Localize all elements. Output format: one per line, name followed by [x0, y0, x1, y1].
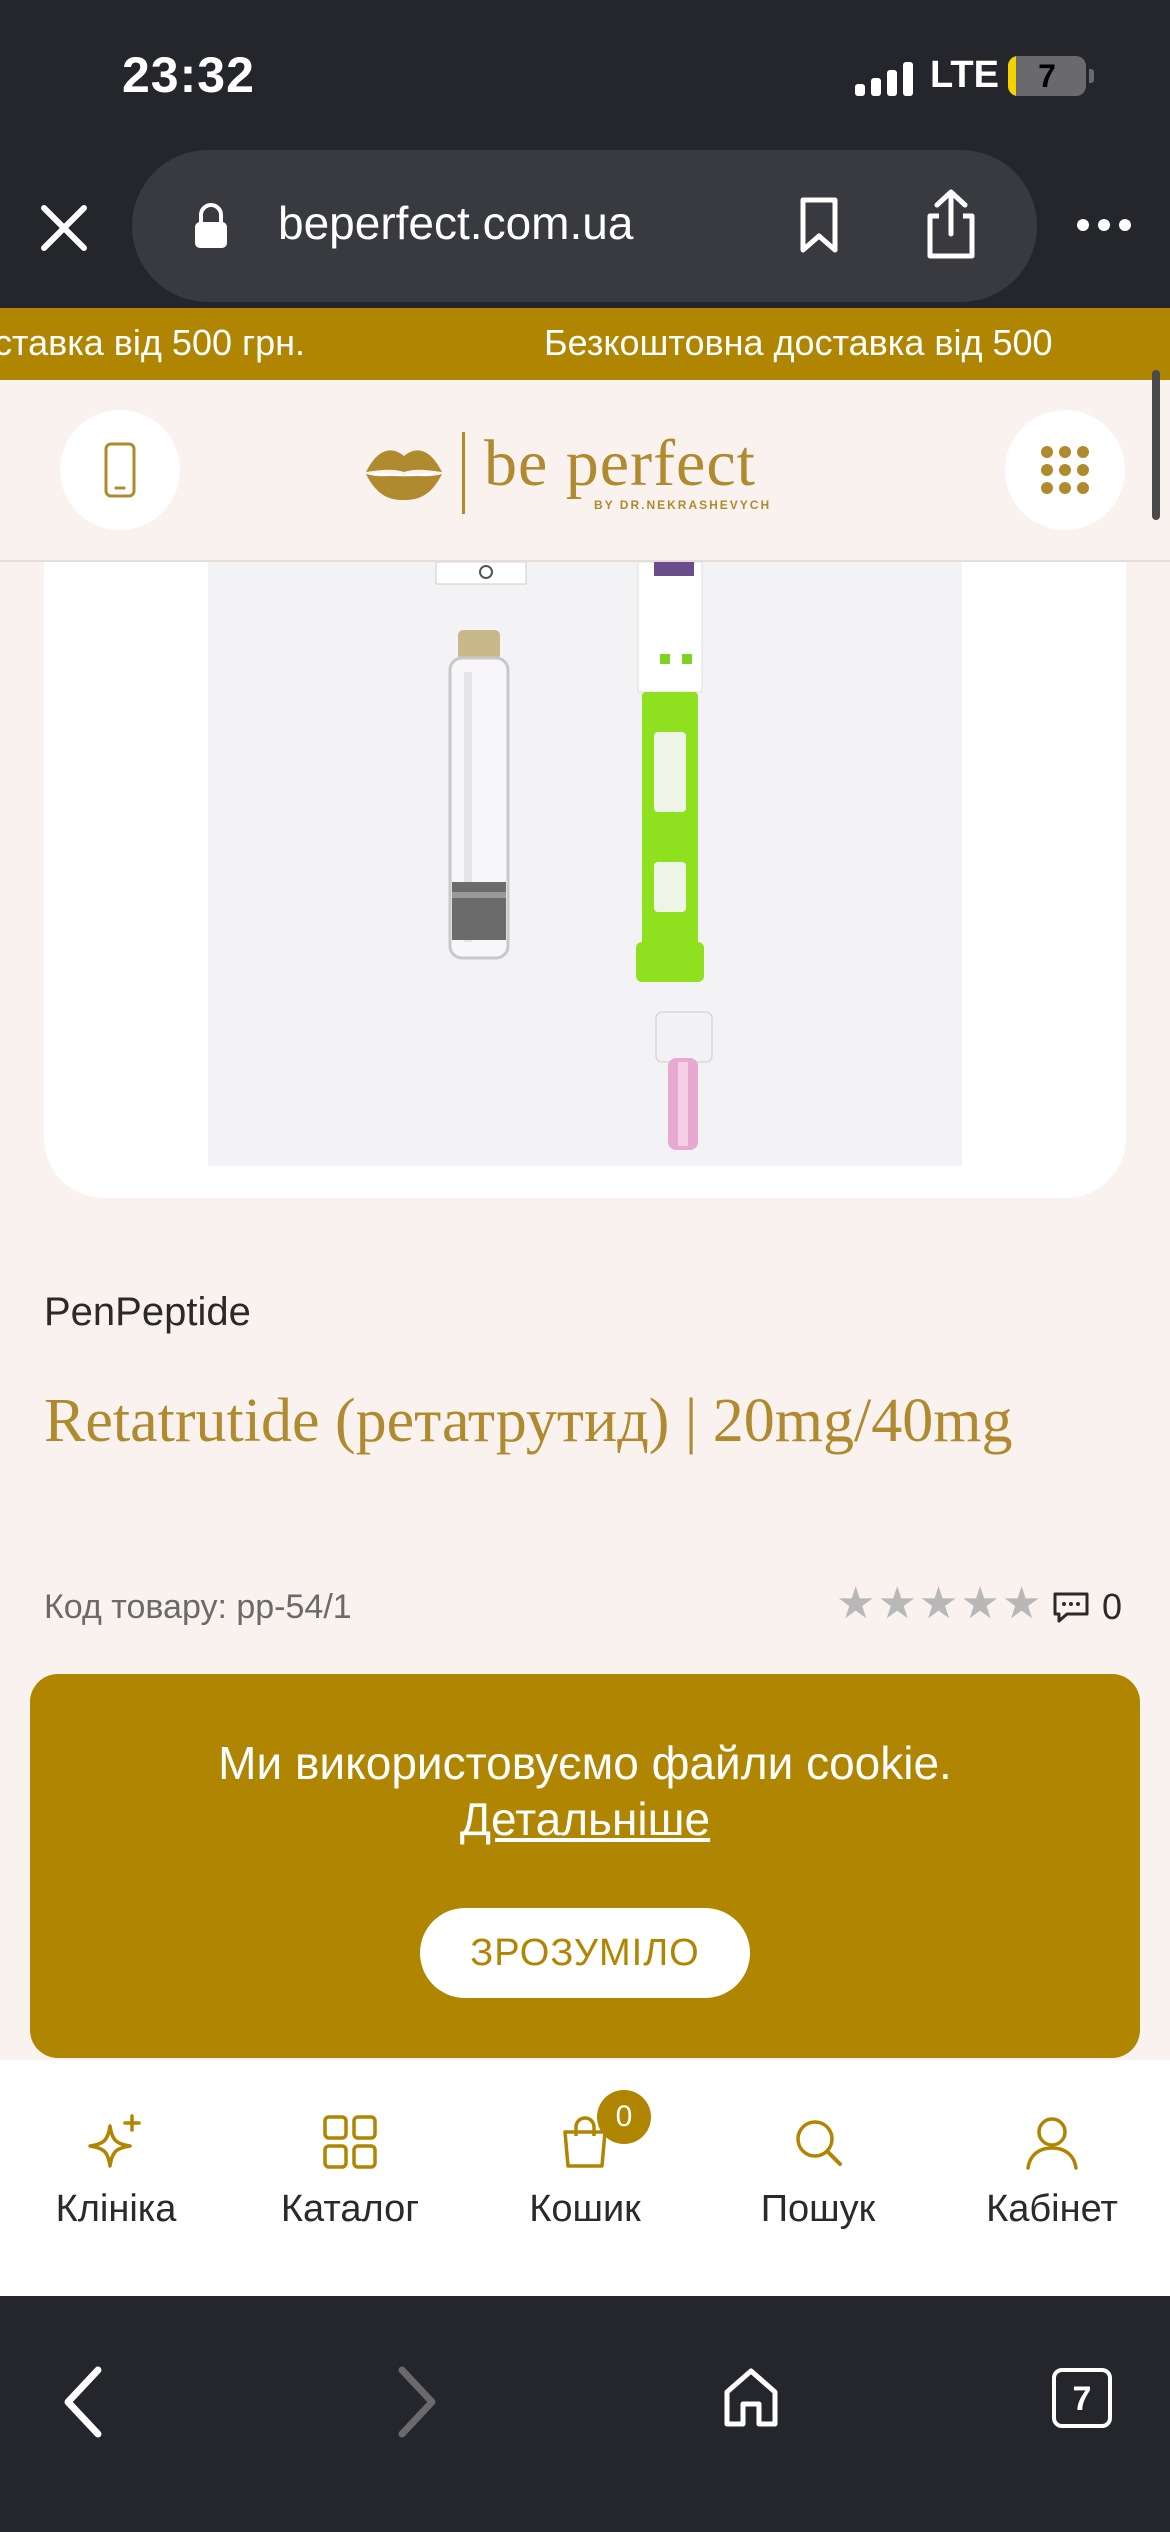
promo-text: ставка від 500 грн. — [0, 322, 306, 363]
close-icon[interactable] — [32, 196, 96, 260]
signal-icon — [855, 60, 913, 96]
share-icon[interactable] — [922, 188, 980, 260]
grid-menu-icon — [1041, 446, 1089, 494]
cookie-accept-button[interactable]: ЗРОЗУМІЛО — [420, 1908, 750, 1998]
product-sku: Код товару: pp-54/1 — [44, 1588, 352, 1626]
logo-text: be perfect — [484, 427, 756, 500]
product-title: Retatrutide (ретатрутид) | 20mg/40mg — [44, 1387, 1013, 1455]
promo-text: Безкоштовна доставка від 500 — [544, 322, 1053, 363]
cookie-banner: Ми використовуємо файли cookie. Детальні… — [30, 1674, 1140, 2058]
nav-account[interactable]: Кабінет — [952, 2112, 1152, 2231]
battery-level: 7 — [1038, 58, 1056, 94]
cookie-details-link[interactable]: Детальніше — [30, 1792, 1140, 1846]
phone-icon — [104, 442, 136, 498]
more-icon[interactable] — [1075, 210, 1133, 240]
status-time: 23:32 — [122, 47, 255, 103]
phone-button[interactable] — [60, 410, 180, 530]
grid-icon — [323, 2115, 377, 2169]
star-icon: ★ — [918, 1579, 959, 1628]
star-icon: ★ — [836, 1579, 876, 1628]
promo-banner: ставка від 500 грн. Безкоштовна доставка… — [0, 308, 1170, 380]
back-icon[interactable] — [58, 2364, 108, 2440]
bottom-navigation: Клініка Каталог 0 Кошик Пошук Кабінет — [0, 2060, 1170, 2296]
nav-label: Клініка — [55, 2188, 177, 2230]
user-icon — [1026, 2117, 1078, 2170]
tabs-count: 7 — [1072, 2380, 1092, 2418]
site-header: be perfect BY DR.NEKRASHEVYCH — [0, 380, 1170, 562]
nav-search[interactable]: Пошук — [718, 2112, 918, 2231]
status-bar: 23:32 LTE 7 — [0, 0, 1170, 150]
nav-label: Каталог — [280, 2188, 420, 2230]
browser-bottom-bar: 7 — [0, 2296, 1170, 2532]
nav-label: Кошик — [529, 2188, 641, 2230]
star-icon: ★ — [960, 1579, 1000, 1628]
product-brand[interactable]: PenPeptide — [44, 1290, 251, 1335]
tabs-button[interactable]: 7 — [1052, 2368, 1112, 2428]
battery-icon: 7 — [1008, 56, 1086, 96]
nav-cart[interactable]: 0 Кошик — [485, 2090, 685, 2231]
star-icon: ★ — [1001, 1579, 1042, 1628]
network-type: LTE — [930, 54, 999, 96]
nav-catalog[interactable]: Каталог — [250, 2112, 450, 2231]
product-image[interactable] — [208, 562, 962, 1166]
logo-subtitle: BY DR.NEKRASHEVYCH — [594, 498, 772, 512]
browser-toolbar: beperfect.com.ua — [0, 150, 1170, 308]
nav-clinic[interactable]: Клініка — [16, 2112, 216, 2231]
bookmark-icon[interactable] — [797, 196, 841, 254]
cookie-message: Ми використовуємо файли cookie. — [218, 1737, 952, 1789]
star-icon: ★ — [877, 1579, 917, 1628]
address-bar[interactable]: beperfect.com.ua — [132, 150, 1037, 302]
site-logo[interactable]: be perfect BY DR.NEKRASHEVYCH — [362, 427, 822, 524]
nav-label: Пошук — [760, 2188, 876, 2230]
comment-icon[interactable] — [1051, 1590, 1091, 1624]
scrollbar[interactable] — [1152, 370, 1160, 520]
home-icon[interactable] — [722, 2366, 780, 2430]
lock-icon — [195, 203, 227, 248]
forward-icon[interactable] — [392, 2364, 442, 2440]
sparkle-icon — [88, 2114, 141, 2168]
cart-badge: 0 — [597, 2090, 651, 2144]
url-text: beperfect.com.ua — [278, 197, 634, 249]
lips-icon — [366, 450, 442, 500]
menu-button[interactable] — [1005, 410, 1125, 530]
nav-label: Кабінет — [986, 2188, 1118, 2230]
injection-pen-illustration — [435, 562, 713, 1150]
search-icon — [796, 2120, 842, 2166]
product-image-card — [44, 562, 1126, 1198]
rating-stars[interactable]: ★ ★ ★ ★ ★ — [836, 1582, 1041, 1626]
reviews-count: 0 — [1102, 1586, 1123, 1627]
